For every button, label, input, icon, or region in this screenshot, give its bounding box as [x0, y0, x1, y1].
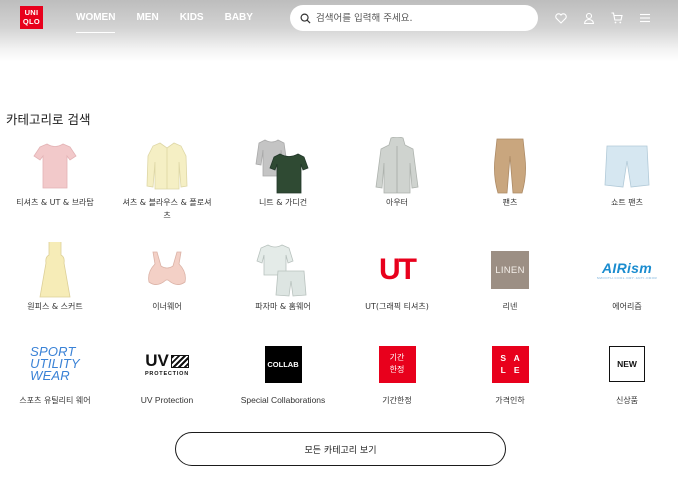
category-outer[interactable]: 아우터 [342, 137, 452, 209]
user-icon[interactable] [583, 12, 595, 24]
ut-logo: UT [379, 253, 417, 286]
header-icons [555, 12, 667, 24]
pants-image [455, 138, 565, 194]
dress-image [0, 242, 110, 298]
category-knits[interactable]: 니트 & 가디건 [228, 139, 338, 209]
shirt-image [112, 140, 222, 192]
category-label: 티셔츠 & UT & 브라탑 [16, 198, 94, 207]
sport-logo-line: WEAR [30, 368, 70, 383]
category-label: 쇼트 팬츠 [611, 198, 643, 207]
category-label: 니트 & 가디건 [258, 198, 308, 207]
airism-logo: AIRism SMOOTH·COOL·DRY·ANTI-ODOR [597, 260, 657, 280]
linen-logo-box: LINEN [455, 244, 565, 296]
pajama-image [228, 244, 338, 297]
limited-logo-box: 기간 한정 [342, 338, 452, 390]
sale-logo-box: S A L E [455, 338, 565, 390]
airism-wordmark: AIRism [601, 260, 653, 276]
sale-letter: A [513, 353, 520, 363]
sale-letter: S [500, 353, 507, 363]
category-label: 리넨 [502, 302, 518, 311]
linen-logo: LINEN [491, 251, 529, 289]
category-label: 파자마 & 홈웨어 [255, 302, 311, 311]
collab-logo: COLLAB [264, 345, 302, 383]
airism-logo-box: AIRism SMOOTH·COOL·DRY·ANTI-ODOR [572, 244, 678, 296]
sale-letter: E [513, 365, 520, 375]
logo-line-1: UNI [24, 8, 39, 17]
menu-icon[interactable] [639, 12, 651, 24]
heart-icon[interactable] [555, 12, 567, 24]
uniqlo-logo[interactable]: UNI QLO [20, 6, 43, 29]
new-logo: NEW [609, 346, 645, 382]
bra-image [112, 244, 222, 296]
category-linen[interactable]: LINEN 리넨 [455, 244, 565, 313]
nav-baby[interactable]: BABY [225, 12, 253, 33]
limited-logo-line: 기간 [389, 353, 405, 362]
uv-tagline: PROTECTION [144, 371, 190, 377]
airism-tagline: SMOOTH·COOL·DRY·ANTI-ODOR [596, 276, 658, 280]
tshirt-image [0, 140, 110, 192]
main-nav: WOMEN MEN KIDS BABY [76, 12, 274, 33]
search-bar[interactable] [290, 5, 538, 31]
uv-logo-box: UV PROTECTION [112, 338, 222, 390]
cart-icon[interactable] [611, 12, 623, 24]
sport-utility-wear-logo: SPORT UTILITY WEAR [30, 345, 80, 383]
new-logo-box: NEW [572, 338, 678, 390]
category-label: UT(그래픽 티셔츠) [365, 302, 429, 311]
category-uv-protection[interactable]: UV PROTECTION UV Protection [112, 338, 222, 407]
category-label: 팬츠 [502, 198, 518, 207]
ut-logo-box: UT [342, 244, 452, 296]
knit-image [228, 139, 338, 194]
outer-image [342, 137, 452, 194]
category-shirts[interactable]: 셔츠 & 블라우스 & 폴로셔츠 [112, 140, 222, 222]
category-label: 아우터 [385, 198, 409, 207]
shorts-image [572, 140, 678, 192]
category-innerwear[interactable]: 이너웨어 [112, 244, 222, 313]
uv-wordmark: UV [145, 351, 169, 370]
sale-letter: L [500, 365, 506, 375]
category-label: 기간한정 [382, 396, 412, 405]
limited-time-logo: 기간 한정 [378, 345, 416, 383]
site-header: UNI QLO WOMEN MEN KIDS BABY [0, 0, 678, 62]
sport-logo-box: SPORT UTILITY WEAR [0, 338, 110, 390]
uv-protection-logo: UV PROTECTION [145, 351, 189, 377]
category-tshirts[interactable]: 티셔츠 & UT & 브라탑 [0, 140, 110, 209]
category-label: 가격인하 [495, 396, 525, 405]
category-label: Special Collaborations [240, 395, 326, 405]
logo-line-2: QLO [22, 17, 41, 26]
nav-men[interactable]: MEN [136, 12, 158, 33]
collab-logo-box: COLLAB [228, 338, 338, 390]
category-label: 원피스 & 스커트 [27, 302, 83, 311]
category-label: 스포츠 유틸리티 웨어 [19, 396, 91, 405]
category-label: 에어리즘 [612, 302, 642, 311]
category-shorts[interactable]: 쇼트 팬츠 [572, 140, 678, 209]
category-collaborations[interactable]: COLLAB Special Collaborations [228, 338, 338, 407]
category-price-down[interactable]: S A L E 가격인하 [455, 338, 565, 407]
category-dresses[interactable]: 원피스 & 스커트 [0, 242, 110, 313]
nav-women[interactable]: WOMEN [76, 12, 116, 33]
search-input[interactable] [316, 12, 526, 24]
nav-kids[interactable]: KIDS [180, 12, 204, 33]
category-label: UV Protection [140, 395, 194, 405]
search-icon [300, 13, 311, 24]
section-title: 카테고리로 검색 [6, 112, 91, 127]
view-all-categories-button[interactable]: 모든 카테고리 보기 [175, 432, 506, 466]
sale-logo: S A L E [491, 345, 529, 383]
category-airism[interactable]: AIRism SMOOTH·COOL·DRY·ANTI-ODOR 에어리즘 [572, 244, 678, 313]
category-label: 이너웨어 [152, 302, 182, 311]
category-label: 신상품 [615, 396, 639, 405]
category-label: 셔츠 & 블라우스 & 폴로셔츠 [122, 198, 212, 220]
limited-logo-line: 한정 [389, 365, 405, 374]
uv-stripes [170, 354, 189, 368]
category-new-arrivals[interactable]: NEW 신상품 [572, 338, 678, 407]
category-pajamas[interactable]: 파자마 & 홈웨어 [228, 244, 338, 313]
category-pants[interactable]: 팬츠 [455, 138, 565, 209]
category-ut[interactable]: UT UT(그래픽 티셔츠) [342, 244, 452, 313]
category-sport-utility[interactable]: SPORT UTILITY WEAR 스포츠 유틸리티 웨어 [0, 338, 110, 407]
category-limited-time[interactable]: 기간 한정 기간한정 [342, 338, 452, 407]
